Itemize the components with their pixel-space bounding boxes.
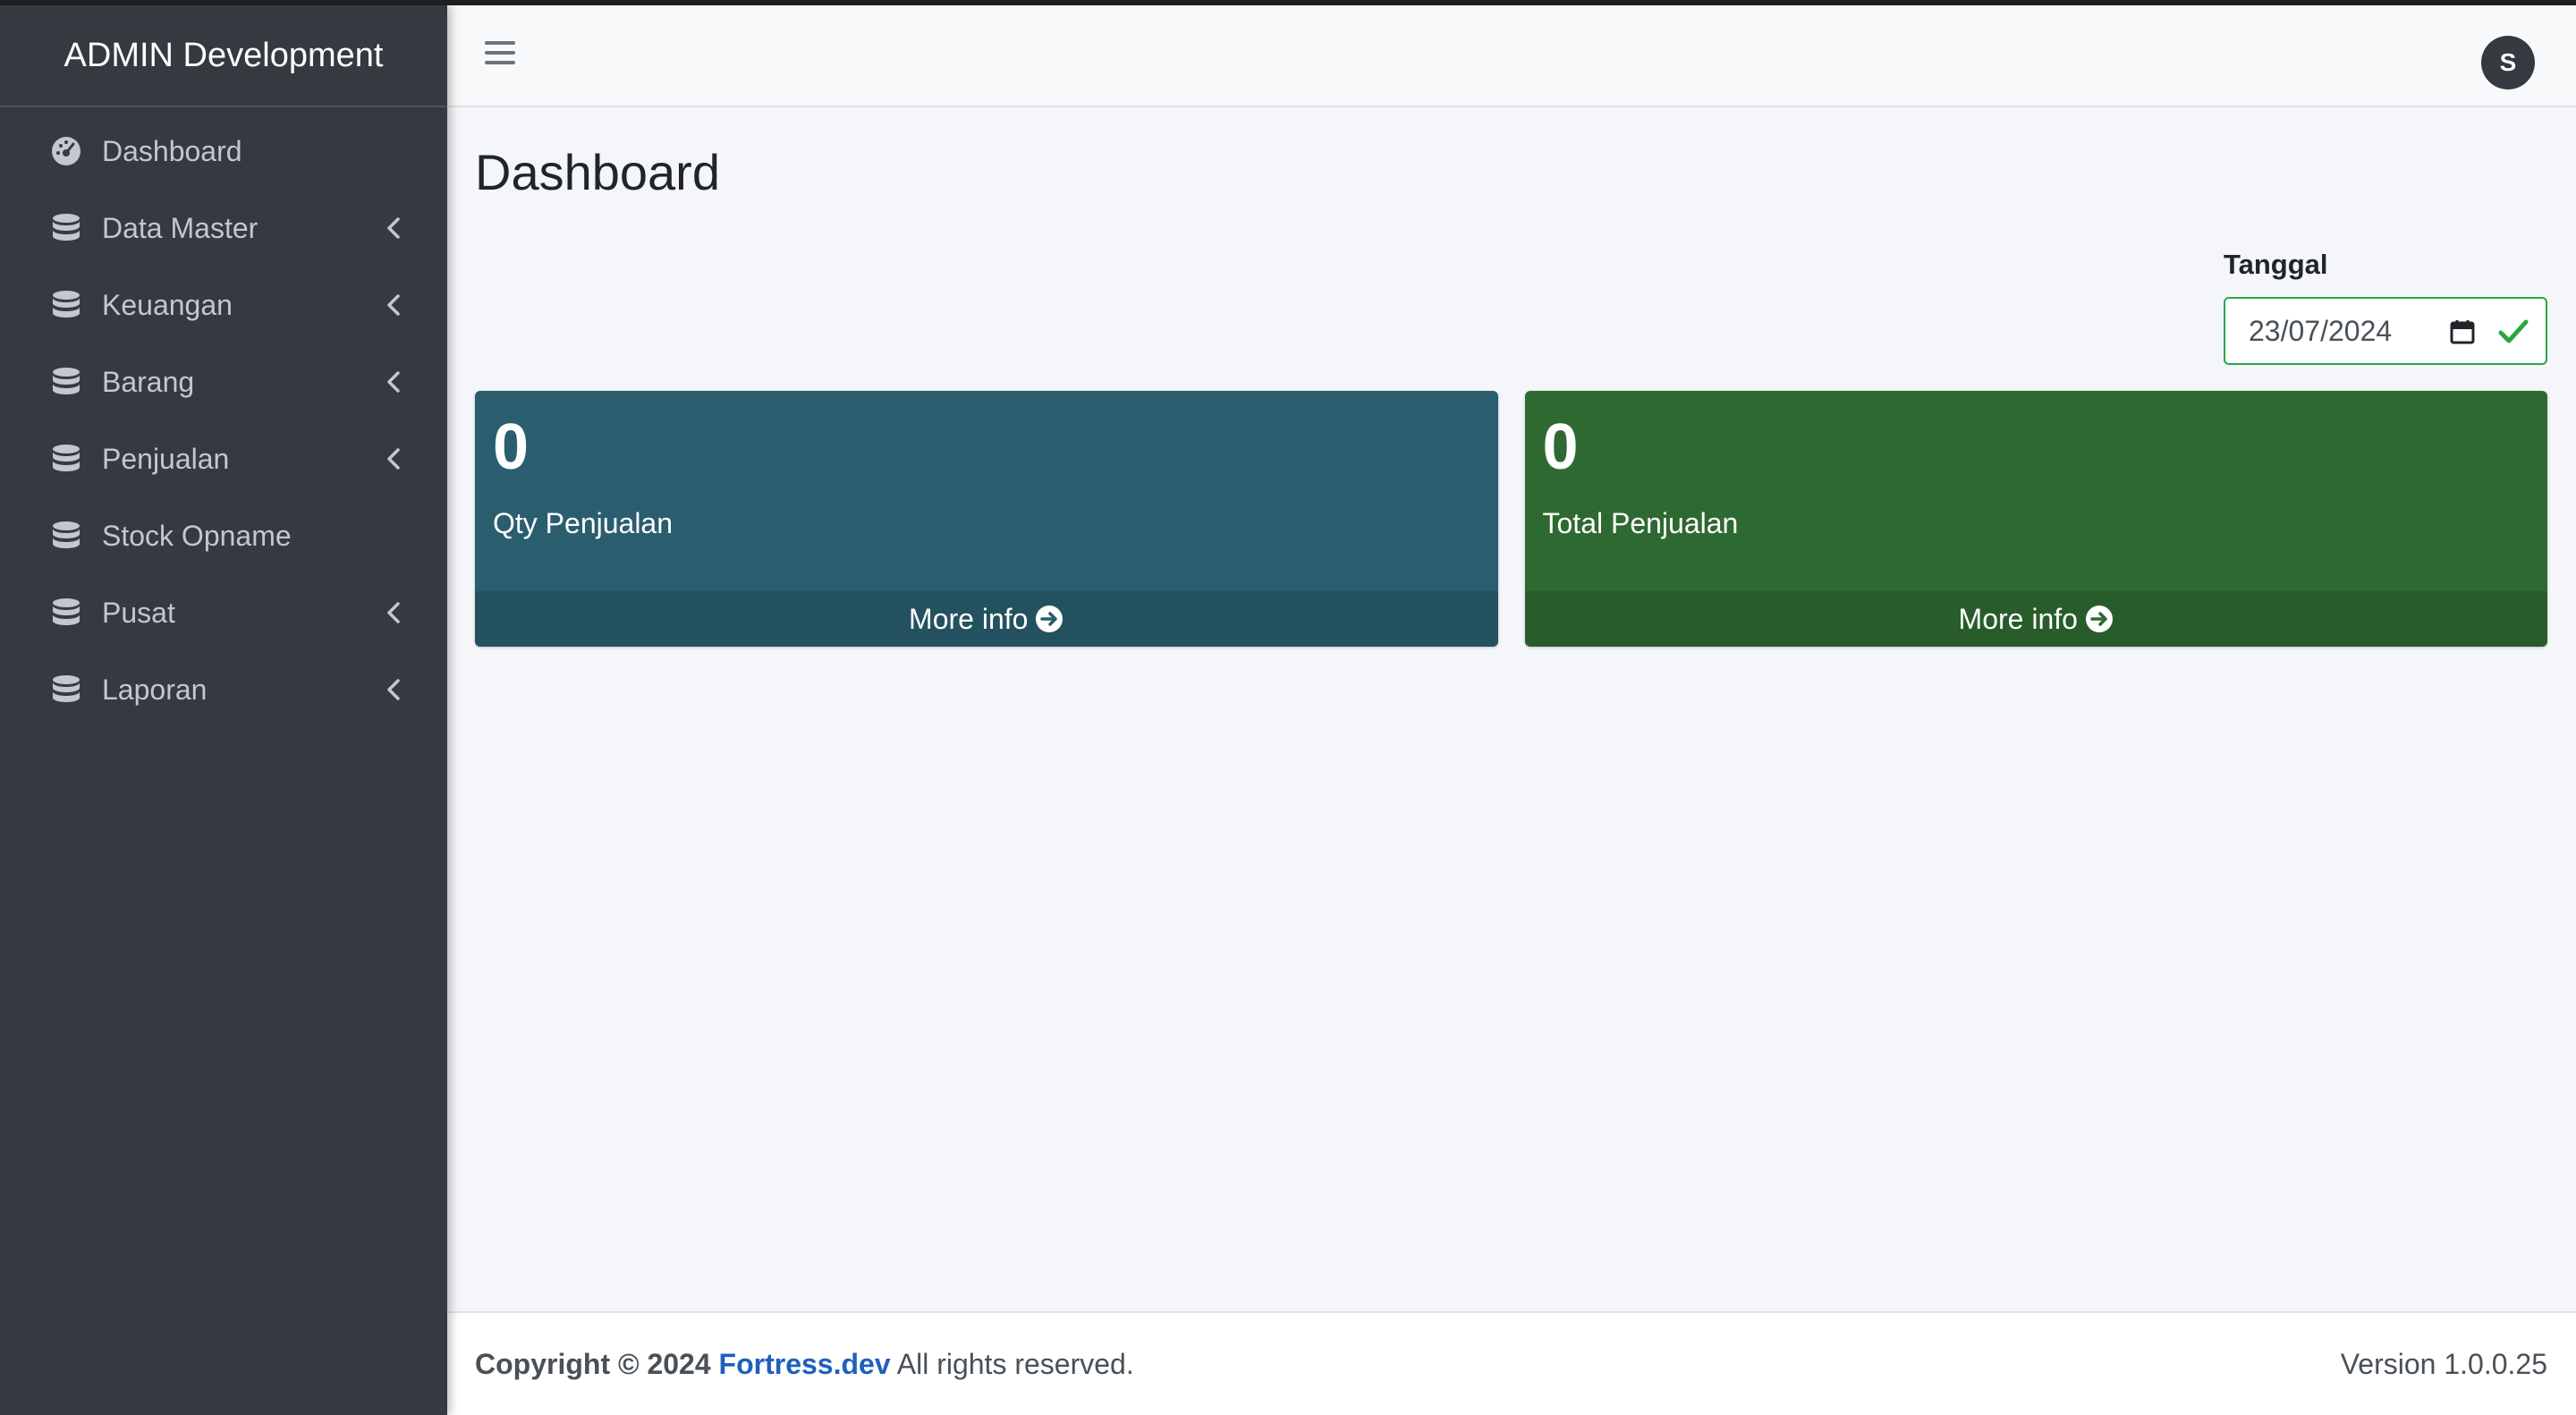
database-icon <box>50 366 82 398</box>
date-input[interactable]: 23/07/2024 <box>2224 297 2547 365</box>
database-icon <box>50 520 82 552</box>
sidebar-item-data-master[interactable]: Data Master <box>0 190 447 267</box>
box-label: Qty Penjualan <box>493 507 674 539</box>
check-icon <box>2497 317 2529 347</box>
sidebar-item-label: Stock Opname <box>102 519 292 552</box>
database-icon <box>50 674 82 706</box>
date-value: 23/07/2024 <box>2249 314 2393 347</box>
sidebar-nav: Dashboard Data Master Keuangan Barang Pe… <box>0 107 447 728</box>
date-filter: Tanggal 23/07/2024 <box>2224 249 2547 365</box>
qty-penjualan-box: 0 Qty Penjualan More info <box>475 391 1498 647</box>
fortress-link[interactable]: Fortress.dev <box>719 1348 891 1380</box>
chevron-left-icon <box>383 217 404 239</box>
rights-text: All rights reserved. <box>896 1347 1134 1380</box>
sidebar-item-label: Barang <box>102 365 195 398</box>
database-icon <box>50 289 82 321</box>
calendar-icon[interactable] <box>2449 318 2476 345</box>
more-info-link[interactable]: More info <box>1524 591 2547 647</box>
database-icon <box>50 212 82 244</box>
stat-boxes: 0 Qty Penjualan More info 0 Total Penjua… <box>475 391 2547 647</box>
sidebar-item-label: Dashboard <box>102 134 242 167</box>
arrow-circle-right-icon <box>1036 606 1063 632</box>
more-info-link[interactable]: More info <box>475 591 1498 647</box>
sidebar-item-label: Penjualan <box>102 442 230 475</box>
sidebar-item-label: Pusat <box>102 596 175 629</box>
sidebar-item-stock-opname[interactable]: Stock Opname <box>0 497 447 574</box>
box-label: Total Penjualan <box>1542 507 1739 539</box>
app-window: ADMIN Development Dashboard Data Master <box>0 5 2576 1415</box>
user-avatar[interactable]: S <box>2481 36 2535 89</box>
sidebar: ADMIN Development Dashboard Data Master <box>0 5 447 1415</box>
sidebar-item-label: Keuangan <box>102 288 233 321</box>
hamburger-menu-icon[interactable] <box>485 41 515 68</box>
sidebar-item-dashboard[interactable]: Dashboard <box>0 113 447 190</box>
total-penjualan-box: 0 Total Penjualan More info <box>1524 391 2547 647</box>
chevron-left-icon <box>383 371 404 393</box>
sidebar-item-laporan[interactable]: Laporan <box>0 651 447 728</box>
date-label: Tanggal <box>2224 249 2328 280</box>
sidebar-item-label: Laporan <box>102 673 208 706</box>
top-navbar: S <box>447 5 2576 107</box>
box-value: 0 <box>1542 411 1579 483</box>
chevron-left-icon <box>383 294 404 316</box>
copyright-text: Copyright © 2024 <box>475 1347 711 1380</box>
version-text: Version 1.0.0.25 <box>2340 1347 2547 1380</box>
copyright: Copyright © 2024 Fortress.dev All rights… <box>475 1348 1134 1381</box>
sidebar-item-pusat[interactable]: Pusat <box>0 574 447 651</box>
database-icon <box>50 597 82 629</box>
more-info-label: More info <box>909 602 1029 635</box>
chevron-left-icon <box>383 448 404 470</box>
page-footer: Copyright © 2024 Fortress.dev All rights… <box>447 1311 2576 1415</box>
database-icon <box>50 443 82 475</box>
arrow-circle-right-icon <box>2085 606 2113 632</box>
chevron-left-icon <box>383 602 404 623</box>
more-info-label: More info <box>1958 602 2078 635</box>
sidebar-item-keuangan[interactable]: Keuangan <box>0 267 447 343</box>
sidebar-item-label: Data Master <box>102 211 258 244</box>
brand-title[interactable]: ADMIN Development <box>0 5 447 107</box>
tachometer-icon <box>50 135 82 167</box>
page-title: Dashboard <box>475 144 720 200</box>
box-value: 0 <box>493 411 530 483</box>
chevron-left-icon <box>383 679 404 700</box>
sidebar-item-penjualan[interactable]: Penjualan <box>0 420 447 497</box>
sidebar-item-barang[interactable]: Barang <box>0 343 447 420</box>
